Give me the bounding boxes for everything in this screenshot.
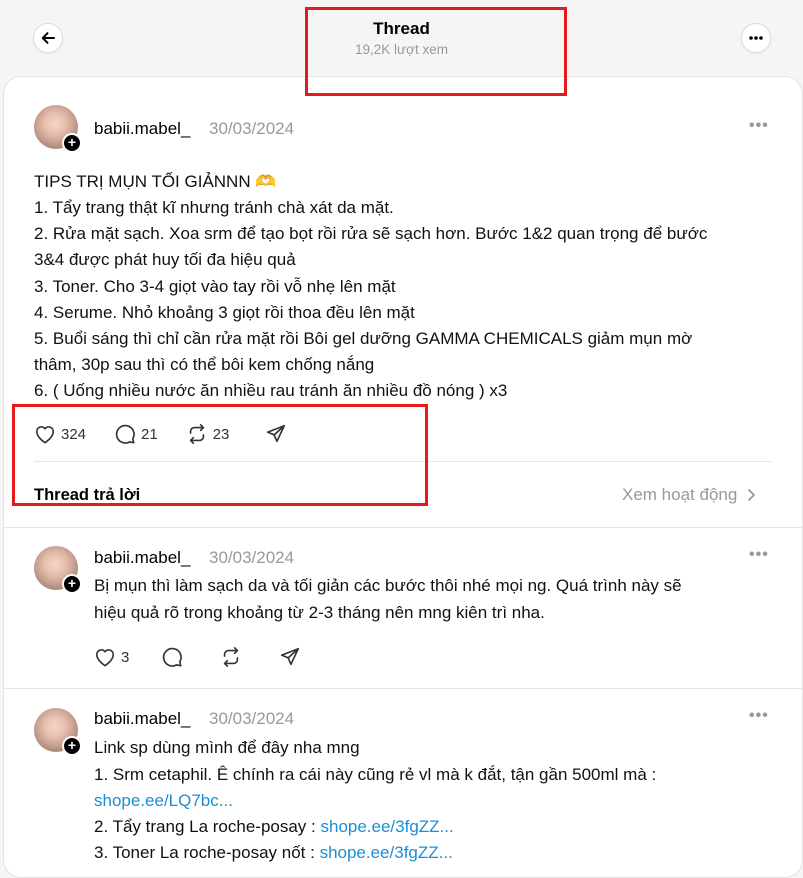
reply-date: 30/03/2024 xyxy=(209,548,295,567)
highlight-box xyxy=(305,7,567,96)
chevron-right-icon xyxy=(748,489,756,501)
reply-username[interactable]: babii.mabel_ xyxy=(94,709,190,729)
heart-icon xyxy=(96,649,114,667)
post-text-line: 3&4 được phát huy tối đa hiệu quả xyxy=(34,250,296,269)
reply-text: 2. Tẩy trang La roche-posay : xyxy=(94,817,321,836)
repost-icon xyxy=(224,647,239,667)
reply-text: 3. Toner La roche-posay nốt : xyxy=(94,843,320,862)
product-link[interactable]: shope.ee/3fgZZ... xyxy=(320,843,453,862)
highlight-box xyxy=(12,404,428,506)
avatar[interactable]: + xyxy=(34,105,82,153)
share-icon xyxy=(281,647,300,666)
view-activity-link[interactable]: Xem hoạt động xyxy=(622,485,758,505)
like-button[interactable]: 3 xyxy=(94,647,129,667)
follow-plus-icon[interactable]: + xyxy=(62,574,82,594)
comment-button[interactable] xyxy=(161,646,188,668)
reply-text-line: 2. Tẩy trang La roche-posay : shope.ee/3… xyxy=(94,817,454,837)
follow-plus-icon[interactable]: + xyxy=(62,133,82,153)
reply-more-icon[interactable]: ••• xyxy=(749,546,769,564)
avatar[interactable]: + xyxy=(34,546,82,594)
reply-post: + babii.mabel_ 30/03/2024 ••• Bị mụn thì… xyxy=(4,528,802,688)
post-username[interactable]: babii.mabel_ xyxy=(94,119,190,139)
reply-text-line: Link sp dùng mình để đây nha mng xyxy=(94,738,360,757)
post-text-line: 3. Toner. Cho 3-4 giọt vào tay rồi vỗ nh… xyxy=(34,277,396,296)
view-activity-label: Xem hoạt động xyxy=(622,485,738,504)
reply-username[interactable]: babii.mabel_ xyxy=(94,548,190,568)
product-link[interactable]: shope.ee/3fgZZ... xyxy=(320,817,453,836)
post-date: 30/03/2024 xyxy=(209,119,295,138)
reply-actions: 3 xyxy=(94,646,334,668)
reply-text-line: 1. Srm cetaphil. Ê chính ra cái này cũng… xyxy=(94,765,657,784)
like-count: 3 xyxy=(121,648,130,666)
reply-text-line: hiệu quả rõ trong khoảng từ 2-3 tháng nê… xyxy=(94,603,545,622)
product-link[interactable]: shope.ee/LQ7bc... xyxy=(94,791,233,811)
reply-more-icon[interactable]: ••• xyxy=(749,707,769,725)
repost-button[interactable] xyxy=(220,646,247,668)
post-text-line: TIPS TRỊ MỤN TỐI GIẢNNN 🫶 xyxy=(34,172,277,191)
post-text-line: thâm, 30p sau thì có thể bôi kem chống n… xyxy=(34,355,375,374)
post-text-line: 6. ( Uống nhiều nước ăn nhiều rau tránh … xyxy=(34,381,508,400)
post-more-icon[interactable]: ••• xyxy=(749,117,769,135)
share-button[interactable] xyxy=(279,646,306,668)
comment-icon xyxy=(163,647,183,667)
post-text-line: 4. Serume. Nhỏ khoảng 3 giọt rồi thoa đề… xyxy=(34,303,415,322)
reply-text-line: 3. Toner La roche-posay nốt : shope.ee/3… xyxy=(94,843,453,863)
reply-date: 30/03/2024 xyxy=(209,709,295,728)
post-text-line: 5. Buổi sáng thì chỉ cần rửa mặt rồi Bôi… xyxy=(34,329,693,348)
avatar[interactable]: + xyxy=(34,708,82,756)
more-icon xyxy=(749,36,763,40)
post-text-line: 2. Rửa mặt sạch. Xoa srm để tạo bọt rồi … xyxy=(34,224,708,243)
more-options-button[interactable] xyxy=(741,23,771,53)
follow-plus-icon[interactable]: + xyxy=(62,736,82,756)
reply-text-line: Bị mụn thì làm sạch da và tối giản các b… xyxy=(94,576,682,595)
post-text-line: 1. Tẩy trang thật kĩ nhưng tránh chà xát… xyxy=(34,198,394,217)
